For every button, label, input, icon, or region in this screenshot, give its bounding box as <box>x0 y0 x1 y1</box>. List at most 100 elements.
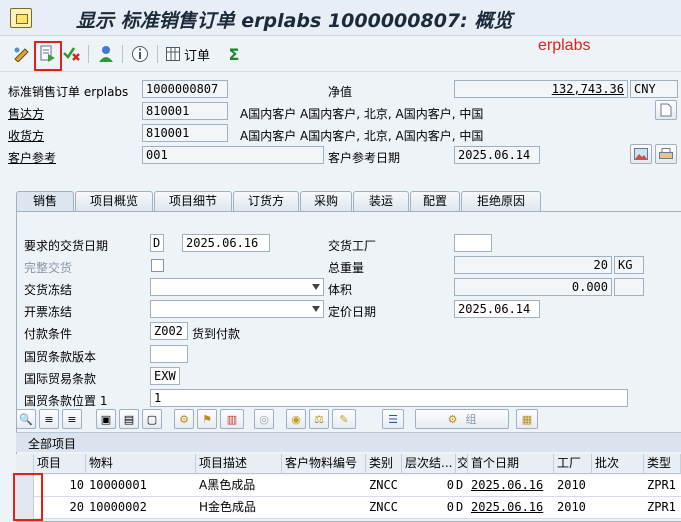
customer-reference-field[interactable]: 001 <box>142 146 324 164</box>
insert-row-button[interactable]: ≡ <box>39 409 59 429</box>
ship-to-field[interactable]: 810001 <box>142 124 228 142</box>
column-header-first-date[interactable]: 首个日期 <box>468 454 554 474</box>
cell-delivery[interactable]: D <box>456 497 468 519</box>
availability-button[interactable]: ◉ <box>286 409 306 429</box>
cell-plant[interactable]: 2010 <box>554 475 592 497</box>
tab-configuration[interactable]: 配置 <box>410 191 460 211</box>
cell-material[interactable]: 10000002 <box>86 497 196 519</box>
item-detail-button[interactable]: 🔍 <box>16 409 36 429</box>
cell-hierarchy[interactable]: 0 <box>402 475 456 497</box>
tab-item-overview[interactable]: 项目概览 <box>75 191 153 211</box>
incoterms-version-field[interactable] <box>150 345 188 363</box>
cell-delivery[interactable]: D <box>456 475 468 497</box>
display-change-icon[interactable] <box>12 44 32 64</box>
pricing-button[interactable]: ◎ <box>254 409 274 429</box>
select-block-button[interactable]: ▤ <box>119 409 139 429</box>
column-header-delivery[interactable]: 交 <box>456 454 468 474</box>
cell-first-date[interactable]: 2025.06.16 <box>468 475 554 497</box>
cell-customer-material[interactable] <box>282 497 366 519</box>
column-header-description[interactable]: 项目描述 <box>196 454 282 474</box>
net-value-field[interactable]: 132,743.36 <box>454 80 628 98</box>
tab-sales[interactable]: 销售 <box>16 191 74 211</box>
volume-field[interactable]: 0.000 <box>454 278 612 296</box>
column-header-category[interactable]: 类别 <box>366 454 402 474</box>
edit-document-button[interactable]: ✎ <box>332 409 356 429</box>
table-row[interactable]: 10 10000001 A黑色成品 ZNCC 0 D 2025.06.16 20… <box>16 475 681 497</box>
image-button[interactable] <box>630 144 652 164</box>
incoterms-location-field[interactable]: 1 <box>150 389 628 407</box>
cell-description[interactable]: A黑色成品 <box>196 475 282 497</box>
cell-type[interactable]: ZPR1 <box>644 497 681 519</box>
cell-plant[interactable]: 2010 <box>554 497 592 519</box>
cell-material[interactable]: 10000001 <box>86 475 196 497</box>
tab-item-detail[interactable]: 项目细节 <box>154 191 232 211</box>
order-number-field[interactable]: 1000000807 <box>142 80 228 98</box>
date-format-field[interactable]: D <box>150 234 164 252</box>
tab-procurement[interactable]: 采购 <box>300 191 352 211</box>
cell-batch[interactable] <box>592 497 644 519</box>
tab-reason-for-rejection[interactable]: 拒绝原因 <box>461 191 541 211</box>
layout-settings-button[interactable]: ▦ <box>516 409 538 429</box>
table-settings-icon: ▦ <box>521 412 533 426</box>
delete-row-button[interactable]: ≡ <box>62 409 82 429</box>
person-icon[interactable] <box>96 44 116 64</box>
highlight-box <box>34 41 62 71</box>
column-header-material[interactable]: 物料 <box>86 454 196 474</box>
complete-delivery-checkbox[interactable] <box>151 259 164 272</box>
tab-shipping[interactable]: 装运 <box>353 191 409 211</box>
requested-delivery-date-field[interactable]: 2025.06.16 <box>182 234 270 252</box>
tab-ordering-party[interactable]: 订货方 <box>233 191 299 211</box>
orders-icon <box>165 47 180 61</box>
column-header-item[interactable]: 项目 <box>34 454 86 474</box>
select-column-header[interactable] <box>16 454 34 474</box>
cell-type[interactable]: ZPR1 <box>644 475 681 497</box>
cell-first-date[interactable]: 2025.06.16 <box>468 497 554 519</box>
select-all-button[interactable]: ▣ <box>96 409 116 429</box>
column-header-batch[interactable]: 批次 <box>592 454 644 474</box>
document-button[interactable] <box>655 100 677 120</box>
check-cancel-icon[interactable] <box>62 44 82 64</box>
cell-batch[interactable] <box>592 475 644 497</box>
payment-terms-label: 付款条件 <box>24 327 73 341</box>
cell-category[interactable]: ZNCC <box>366 475 402 497</box>
payment-terms-field[interactable]: Z002 <box>150 322 188 340</box>
cell-customer-material[interactable] <box>282 475 366 497</box>
pricing-icon: ◎ <box>259 412 269 426</box>
ship-to-description: A国内客户 A国内客户, 北京, A国内客户, 中国 <box>240 129 484 143</box>
group-button[interactable]: ⚙ 组 <box>415 409 509 429</box>
group-tools-icon: ⚙ <box>447 412 458 426</box>
column-header-plant[interactable]: 工厂 <box>554 454 592 474</box>
structure-button[interactable]: ☰ <box>382 409 404 429</box>
sum-icon[interactable]: Σ <box>226 44 242 64</box>
app-menu-icon[interactable] <box>10 8 32 28</box>
select-all-icon: ▣ <box>100 412 112 426</box>
schedule-lines-button[interactable]: ⚖ <box>309 409 329 429</box>
delivering-plant-field[interactable] <box>454 234 492 252</box>
cell-description[interactable]: H金色成品 <box>196 497 282 519</box>
incoterms-version-label: 国贸条款版本 <box>24 350 97 364</box>
scale-icon: ⚖ <box>314 412 324 426</box>
weight-unit-field[interactable]: KG <box>614 256 644 274</box>
column-header-customer-material[interactable]: 客户物料编号 <box>282 454 366 474</box>
customer-reference-date-field[interactable]: 2025.06.14 <box>454 146 540 164</box>
printer-button[interactable] <box>655 144 677 164</box>
incoterms-field[interactable]: EXW <box>150 367 180 385</box>
orders-button[interactable]: 订单 <box>165 44 211 64</box>
table-row[interactable]: 20 10000002 H金色成品 ZNCC 0 D 2025.06.16 20… <box>16 497 681 519</box>
column-header-type[interactable]: 类型 <box>644 454 681 474</box>
gross-weight-field[interactable]: 20 <box>454 256 612 274</box>
currency-field[interactable]: CNY <box>630 80 678 98</box>
pricing-date-field[interactable]: 2025.06.14 <box>454 300 540 318</box>
sold-to-field[interactable]: 810001 <box>142 102 228 120</box>
billing-block-dropdown[interactable] <box>150 300 324 318</box>
column-header-hierarchy[interactable]: 层次结... <box>402 454 456 474</box>
group-items-button[interactable]: ⚑ <box>197 409 217 429</box>
configure-button[interactable]: ⚙ <box>174 409 194 429</box>
chart-button[interactable]: ▥ <box>220 409 244 429</box>
info-icon[interactable] <box>130 44 150 64</box>
deselect-all-button[interactable]: ▢ <box>142 409 162 429</box>
delivery-block-dropdown[interactable] <box>150 278 324 296</box>
cell-hierarchy[interactable]: 0 <box>402 497 456 519</box>
cell-category[interactable]: ZNCC <box>366 497 402 519</box>
volume-unit-field[interactable] <box>614 278 644 296</box>
